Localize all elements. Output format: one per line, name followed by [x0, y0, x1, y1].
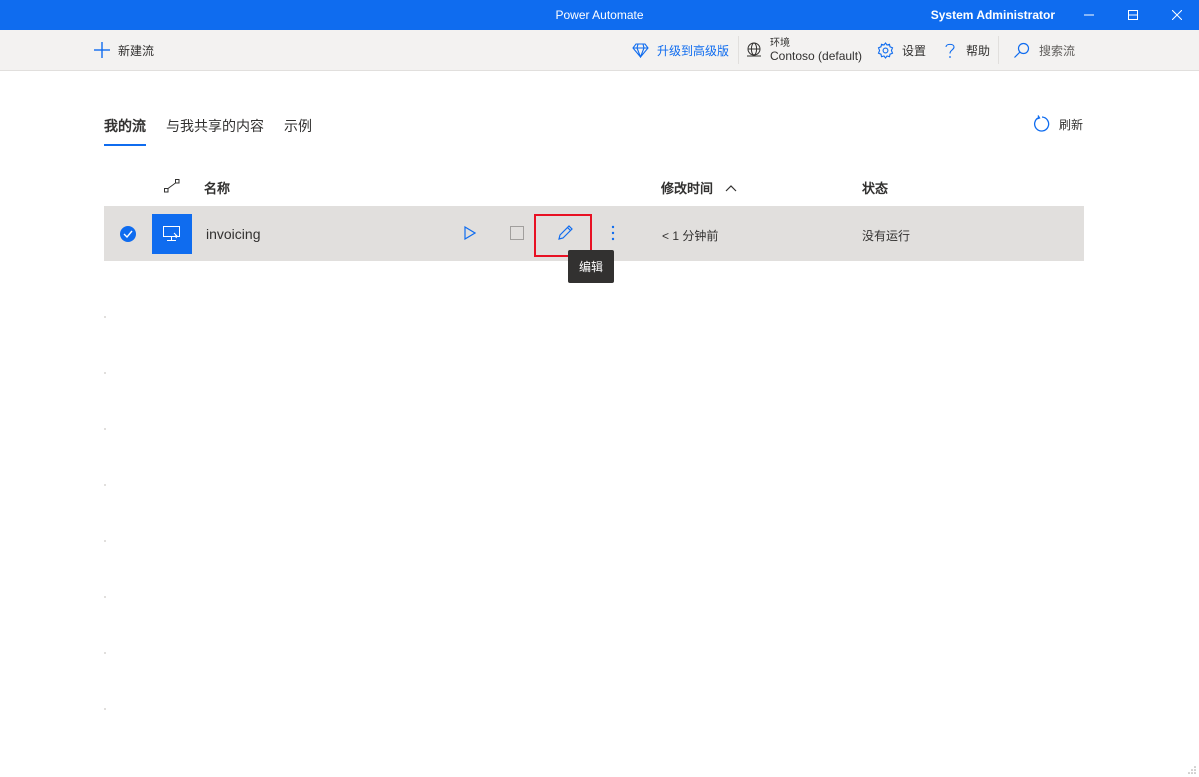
- flow-tabs: 我的流 与我共享的内容 示例: [104, 116, 332, 146]
- flow-name[interactable]: invoicing: [206, 226, 260, 242]
- flow-status: 没有运行: [862, 229, 911, 243]
- title-bar: Power Automate System Administrator: [0, 0, 1199, 30]
- upgrade-button[interactable]: 升级到高级版: [632, 30, 729, 70]
- user-name[interactable]: System Administrator: [931, 8, 1055, 22]
- refresh-button[interactable]: 刷新: [1033, 115, 1083, 133]
- search-icon: [1014, 42, 1030, 58]
- refresh-icon: [1033, 115, 1050, 132]
- toolbar-divider: [998, 36, 999, 64]
- row-marker: [104, 484, 106, 486]
- row-marker: [104, 372, 106, 374]
- resize-grip-icon[interactable]: [1187, 765, 1197, 775]
- environment-value: Contoso (default): [770, 49, 863, 63]
- row-marker: [104, 428, 106, 430]
- row-checkbox[interactable]: [120, 226, 136, 242]
- row-marker: [104, 316, 106, 318]
- settings-label: 设置: [902, 43, 927, 58]
- search-flows-label: 搜索流: [1039, 43, 1076, 58]
- row-marker: [104, 708, 106, 710]
- maximize-icon: [1128, 10, 1138, 20]
- gear-icon: [877, 41, 894, 59]
- edit-tooltip: 编辑: [568, 250, 614, 283]
- minimize-button-2[interactable]: [1067, 0, 1111, 30]
- more-actions-button[interactable]: [603, 223, 623, 243]
- command-bar: 新建流 升级到高级版 环境 Contoso (default) 设置 帮助 搜索…: [0, 30, 1199, 71]
- desktop-flow-icon: [152, 214, 192, 254]
- help-label: 帮助: [966, 43, 991, 58]
- flow-table-header: 名称 修改时间 状态: [104, 168, 1084, 204]
- column-header-modified[interactable]: 修改时间: [661, 178, 737, 197]
- column-header-status[interactable]: 状态: [862, 178, 888, 197]
- column-header-name[interactable]: 名称: [204, 178, 230, 197]
- more-icon: [611, 225, 615, 241]
- row-marker: [104, 652, 106, 654]
- globe-icon: [747, 42, 761, 57]
- refresh-label: 刷新: [1059, 117, 1084, 132]
- new-flow-label: 新建流: [118, 43, 155, 58]
- upgrade-label: 升级到高级版: [657, 43, 730, 58]
- help-icon: [945, 43, 955, 58]
- tab-examples[interactable]: 示例: [284, 116, 312, 146]
- toolbar-divider: [738, 36, 739, 64]
- close-icon: [1172, 10, 1182, 20]
- flow-type-icon: [164, 179, 180, 193]
- stop-button[interactable]: [507, 223, 527, 243]
- flow-modified: < 1 分钟前: [662, 229, 719, 243]
- new-flow-button[interactable]: 新建流: [94, 30, 154, 70]
- column-header-modified-label: 修改时间: [661, 181, 714, 196]
- environment-picker[interactable]: 环境 Contoso (default): [746, 30, 862, 70]
- play-icon: [464, 226, 476, 240]
- diamond-icon: [632, 42, 649, 58]
- minimize-icon: [1084, 14, 1094, 16]
- tab-shared-with-me[interactable]: 与我共享的内容: [166, 116, 264, 146]
- checkmark-icon: [123, 230, 133, 238]
- row-marker: [104, 540, 106, 542]
- run-button[interactable]: [460, 223, 480, 243]
- search-flows-button[interactable]: 搜索流: [1013, 30, 1075, 70]
- row-marker: [104, 596, 106, 598]
- plus-icon: [94, 42, 110, 58]
- stop-icon: [510, 226, 524, 240]
- help-button[interactable]: 帮助: [944, 30, 990, 70]
- sort-up-icon: [725, 185, 737, 192]
- tab-my-flows[interactable]: 我的流: [104, 116, 146, 146]
- close-button[interactable]: [1155, 0, 1199, 30]
- maximize-button[interactable]: [1111, 0, 1155, 30]
- settings-button[interactable]: 设置: [877, 30, 926, 70]
